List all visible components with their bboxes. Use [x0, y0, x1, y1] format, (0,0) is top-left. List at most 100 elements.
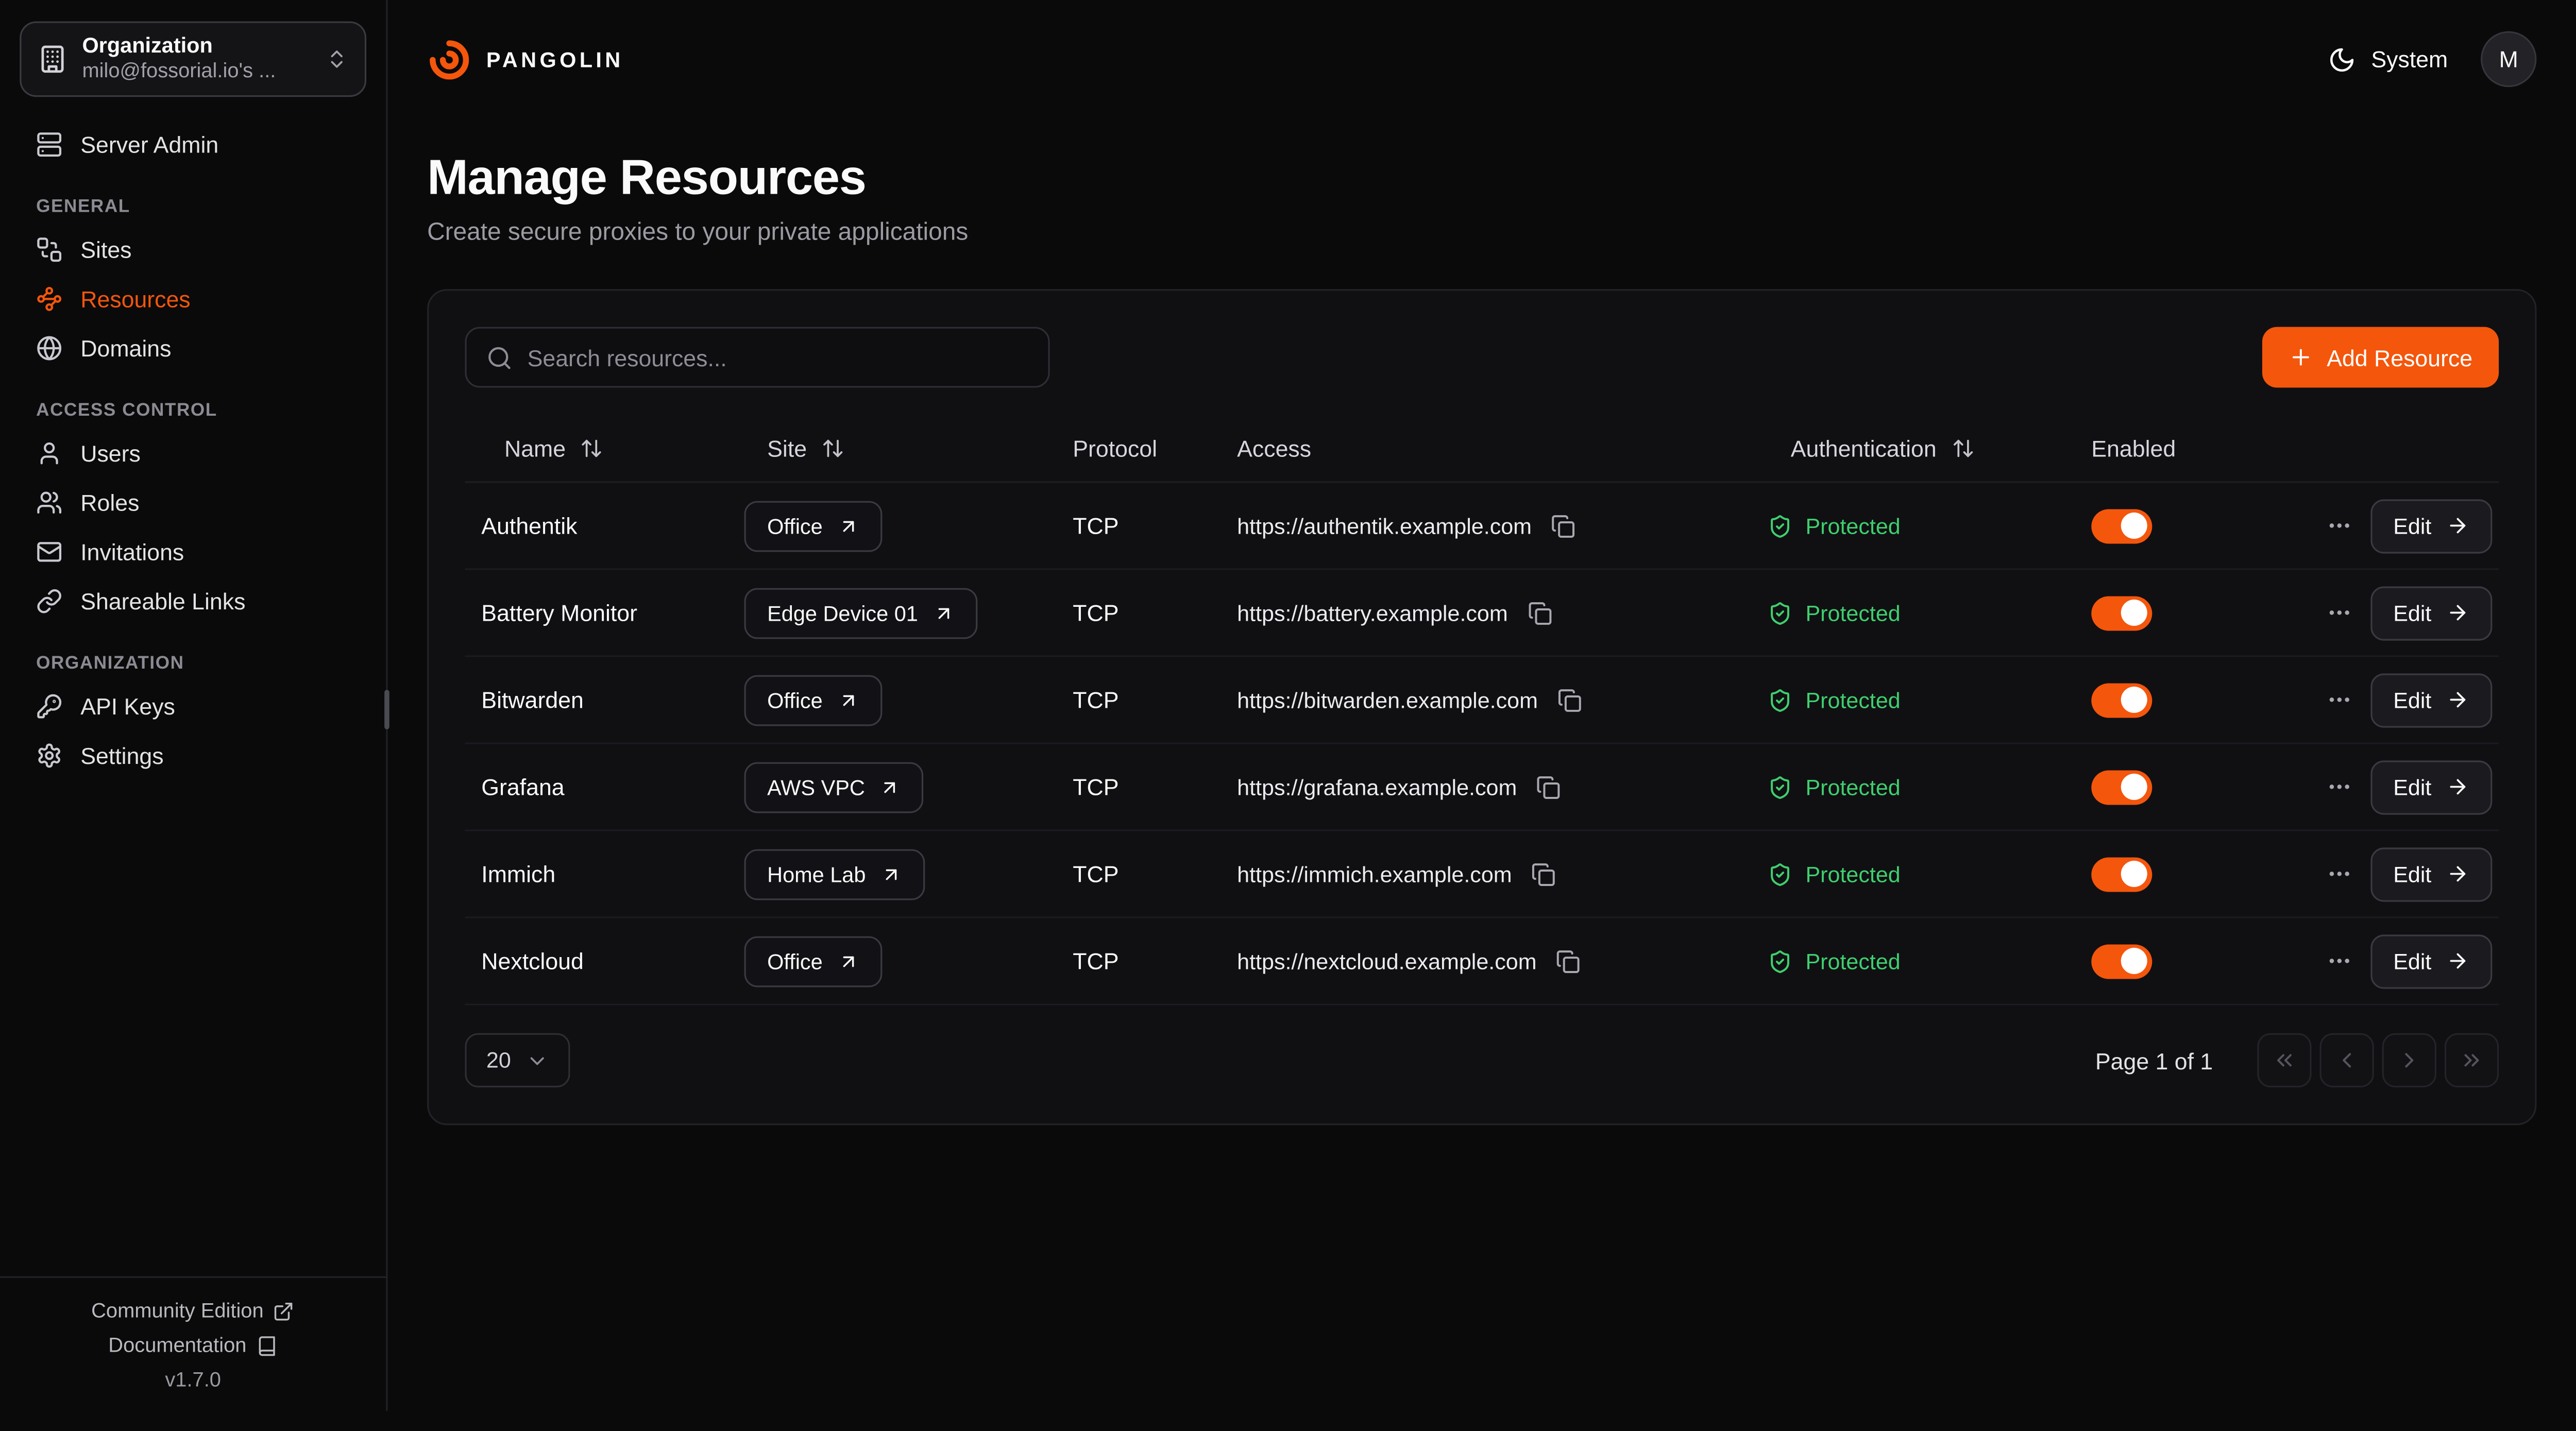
- resource-protocol: TCP: [1056, 687, 1221, 713]
- server-icon: [36, 131, 62, 158]
- site-name: Office: [767, 949, 823, 974]
- sort-button-name[interactable]: Name: [481, 420, 626, 475]
- resource-url: https://bitwarden.example.com: [1237, 688, 1538, 712]
- site-link-button[interactable]: Office: [744, 935, 882, 986]
- enabled-toggle[interactable]: [2091, 683, 2152, 717]
- brand[interactable]: PANGOLIN: [427, 37, 624, 81]
- edit-button[interactable]: Edit: [2370, 673, 2493, 727]
- row-menu-button[interactable]: [2319, 854, 2359, 894]
- auth-status: Protected: [1805, 600, 1900, 625]
- page-title: Manage Resources: [427, 151, 2536, 207]
- row-menu-button[interactable]: [2319, 767, 2359, 807]
- sidebar-item-label: Users: [80, 440, 141, 467]
- user-icon: [36, 440, 62, 467]
- edit-button[interactable]: Edit: [2370, 760, 2493, 814]
- copy-url-button[interactable]: [1521, 594, 1558, 632]
- row-menu-button[interactable]: [2319, 593, 2359, 633]
- theme-toggle[interactable]: System: [2328, 45, 2448, 73]
- site-link-button[interactable]: AWS VPC: [744, 761, 924, 812]
- sidebar-item-server-admin[interactable]: Server Admin: [20, 120, 366, 169]
- arrow-right-icon: [2446, 601, 2469, 624]
- site-name: AWS VPC: [767, 775, 865, 799]
- edit-button[interactable]: Edit: [2370, 847, 2493, 901]
- column-label: Access: [1237, 434, 1311, 461]
- arrow-up-right-icon: [880, 776, 901, 797]
- column-label: Protocol: [1073, 434, 1157, 461]
- org-selector-value: milo@fossorial.io's ...: [82, 60, 310, 86]
- sidebar-item-users[interactable]: Users: [20, 429, 366, 478]
- last-page-button[interactable]: [2445, 1033, 2499, 1087]
- footer-link-documentation[interactable]: Documentation: [108, 1334, 278, 1357]
- sidebar-item-roles[interactable]: Roles: [20, 478, 366, 527]
- page-size-select[interactable]: 20: [465, 1033, 570, 1087]
- edit-label: Edit: [2393, 862, 2431, 887]
- sidebar-section: GENERAL Sites Resources Domains: [20, 169, 366, 372]
- enabled-toggle[interactable]: [2091, 508, 2152, 543]
- enabled-toggle[interactable]: [2091, 595, 2152, 630]
- copy-url-button[interactable]: [1551, 681, 1589, 719]
- copy-icon: [1528, 600, 1552, 625]
- external-link-icon: [274, 1300, 295, 1321]
- site-link-button[interactable]: Home Lab: [744, 848, 925, 899]
- search-box: [465, 327, 1049, 388]
- copy-url-button[interactable]: [1525, 855, 1563, 893]
- copy-url-button[interactable]: [1550, 942, 1587, 980]
- site-link-button[interactable]: Office: [744, 500, 882, 551]
- site-name: Office: [767, 513, 823, 538]
- mail-icon: [36, 539, 62, 565]
- page-status: Page 1 of 1: [2095, 1047, 2213, 1074]
- chevrons-left-icon: [2272, 1048, 2297, 1072]
- sort-button-authentication[interactable]: Authentication: [1768, 420, 1997, 475]
- add-resource-button[interactable]: Add Resource: [2263, 327, 2499, 388]
- sidebar-item-domains[interactable]: Domains: [20, 323, 366, 373]
- edit-button[interactable]: Edit: [2370, 586, 2493, 640]
- row-menu-button[interactable]: [2319, 680, 2359, 720]
- key-icon: [36, 693, 62, 720]
- table-row: Bitwarden Office TCP https://bitwarden.e…: [465, 657, 2499, 744]
- enabled-toggle[interactable]: [2091, 770, 2152, 804]
- user-avatar[interactable]: M: [2481, 31, 2536, 87]
- next-page-button[interactable]: [2382, 1033, 2436, 1087]
- sidebar-item-invitations[interactable]: Invitations: [20, 527, 366, 577]
- row-menu-button[interactable]: [2319, 941, 2359, 981]
- resource-url: https://immich.example.com: [1237, 862, 1512, 887]
- sidebar-item-api-keys[interactable]: API Keys: [20, 682, 366, 731]
- sidebar-item-sites[interactable]: Sites: [20, 225, 366, 275]
- shield-check-icon: [1768, 600, 1792, 625]
- sidebar-item-shareable-links[interactable]: Shareable Links: [20, 576, 366, 626]
- copy-url-button[interactable]: [1545, 507, 1583, 544]
- sort-button-site[interactable]: Site: [744, 420, 868, 475]
- site-link-button[interactable]: Edge Device 01: [744, 587, 977, 638]
- resource-url: https://grafana.example.com: [1237, 775, 1517, 799]
- enabled-toggle[interactable]: [2091, 944, 2152, 978]
- enabled-toggle[interactable]: [2091, 857, 2152, 891]
- sidebar-item-settings[interactable]: Settings: [20, 731, 366, 780]
- card-toolbar: Add Resource: [465, 327, 2499, 388]
- edit-label: Edit: [2393, 513, 2431, 538]
- arrow-right-icon: [2446, 514, 2469, 537]
- org-selector[interactable]: Organization milo@fossorial.io's ...: [20, 21, 366, 97]
- edit-button[interactable]: Edit: [2370, 934, 2493, 988]
- row-menu-button[interactable]: [2319, 506, 2359, 546]
- sidebar-resize-handle[interactable]: [384, 690, 389, 729]
- column-label: Authentication: [1791, 434, 1937, 461]
- search-input[interactable]: [528, 344, 1029, 370]
- resource-name: Bitwarden: [465, 687, 727, 713]
- chevron-down-icon: [526, 1049, 549, 1072]
- column-header-name: Name: [465, 420, 727, 475]
- main-area: PANGOLIN System M Manage Resources Creat…: [388, 0, 2576, 1411]
- site-link-button[interactable]: Office: [744, 674, 882, 725]
- sidebar-item-resources[interactable]: Resources: [20, 275, 366, 324]
- arrow-up-right-icon: [837, 515, 858, 536]
- shield-check-icon: [1768, 688, 1792, 712]
- previous-page-button[interactable]: [2320, 1033, 2374, 1087]
- first-page-button[interactable]: [2257, 1033, 2311, 1087]
- resource-url: https://authentik.example.com: [1237, 513, 1532, 538]
- footer-link-community-edition[interactable]: Community Edition: [91, 1299, 295, 1322]
- footer-link-label: Community Edition: [91, 1299, 264, 1322]
- topbar: PANGOLIN System M: [427, 0, 2536, 118]
- edit-button[interactable]: Edit: [2370, 499, 2493, 553]
- shield-check-icon: [1768, 513, 1792, 538]
- resource-protocol: TCP: [1056, 861, 1221, 887]
- copy-url-button[interactable]: [1530, 768, 1568, 806]
